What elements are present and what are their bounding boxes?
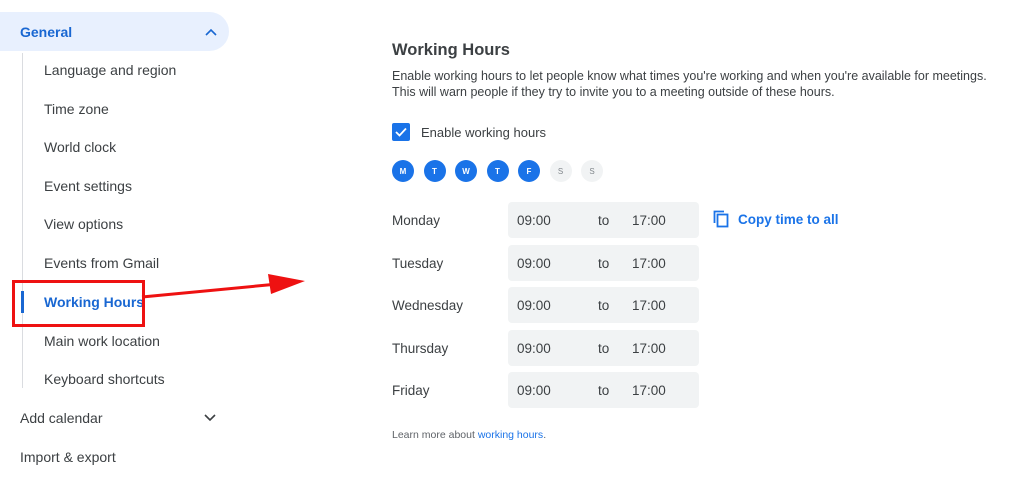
copy-icon [713,210,729,228]
day-label: Tuesday [392,255,444,271]
start-time-input[interactable]: 09:00 [517,330,551,366]
sidebar-item-import-export[interactable]: Import & export [20,445,116,469]
to-separator: to [598,255,610,271]
hours-row-wednesday: Wednesday 09:00 to 17:00 [392,287,1012,323]
day-toggle-thursday[interactable]: T [486,160,509,182]
day-label: Monday [392,212,441,228]
sidebar-item-time-zone[interactable]: Time zone [44,97,109,121]
sidebar-item-add-calendar[interactable]: Add calendar [20,406,216,430]
sidebar-item-general[interactable]: General [0,12,229,51]
day-label: Thursday [392,340,449,356]
sidebar-item-world-clock[interactable]: World clock [44,135,116,159]
annotation-highlight-box [12,280,145,327]
to-separator: to [598,382,610,398]
day-toggle-wednesday[interactable]: W [455,160,477,182]
copy-time-to-all-label: Copy time to all [738,211,839,227]
to-separator: to [598,212,610,228]
sidebar-item-view-options[interactable]: View options [44,212,123,236]
working-hours-help-link[interactable]: working hours [478,429,543,441]
to-separator: to [598,297,610,313]
submenu-guide-line [22,53,23,388]
day-label: Friday [392,382,430,398]
end-time-input[interactable]: 17:00 [632,287,666,323]
settings-sidebar: General Language and region Time zone Wo… [0,0,240,486]
enable-working-hours-row[interactable]: Enable working hours [392,122,546,142]
hours-row-tuesday: Tuesday 09:00 to 17:00 [392,245,1012,281]
end-time-input[interactable]: 17:00 [632,202,666,238]
hours-row-monday: Monday 09:00 to 17:00 [392,202,1012,238]
day-toggle-tuesday[interactable]: T [423,160,446,182]
learn-more-text: Learn more about working hours. [392,429,546,441]
enable-working-hours-label: Enable working hours [421,124,547,140]
sidebar-item-event-settings[interactable]: Event settings [44,174,132,198]
weekday-selector: M T W T F S S [392,160,613,184]
enable-working-hours-checkbox[interactable] [392,123,410,141]
end-time-input[interactable]: 17:00 [632,245,666,281]
working-hours-panel: Working Hours Enable working hours to le… [392,0,1012,486]
sidebar-item-language-region[interactable]: Language and region [44,58,176,82]
start-time-input[interactable]: 09:00 [517,202,551,238]
chevron-down-icon[interactable] [200,408,220,428]
start-time-input[interactable]: 09:00 [517,245,551,281]
hours-row-thursday: Thursday 09:00 to 17:00 [392,330,1012,366]
checkmark-icon [395,127,407,137]
end-time-input[interactable]: 17:00 [632,372,666,408]
sidebar-item-main-work-location[interactable]: Main work location [44,329,160,353]
copy-time-to-all-button[interactable]: Copy time to all [713,207,839,231]
day-label: Wednesday [392,297,464,313]
day-toggle-sunday[interactable]: S [581,160,603,182]
day-toggle-saturday[interactable]: S [549,160,572,182]
arrow-icon [141,274,305,299]
sidebar-item-general-label: General [20,23,73,40]
to-separator: to [598,340,610,356]
page-title: Working Hours [392,41,510,59]
sidebar-item-add-calendar-label: Add calendar [20,410,103,426]
hours-row-friday: Friday 09:00 to 17:00 [392,372,1012,408]
start-time-input[interactable]: 09:00 [517,372,551,408]
section-description: Enable working hours to let people know … [392,69,987,99]
learn-more-suffix: . [543,429,547,441]
end-time-input[interactable]: 17:00 [632,330,666,366]
day-toggle-friday[interactable]: F [518,160,540,182]
chevron-up-icon[interactable] [201,22,221,42]
start-time-input[interactable]: 09:00 [517,287,551,323]
sidebar-item-keyboard-shortcuts[interactable]: Keyboard shortcuts [44,367,165,391]
learn-more-prefix: Learn more about [392,429,478,441]
day-toggle-monday[interactable]: M [392,160,414,182]
